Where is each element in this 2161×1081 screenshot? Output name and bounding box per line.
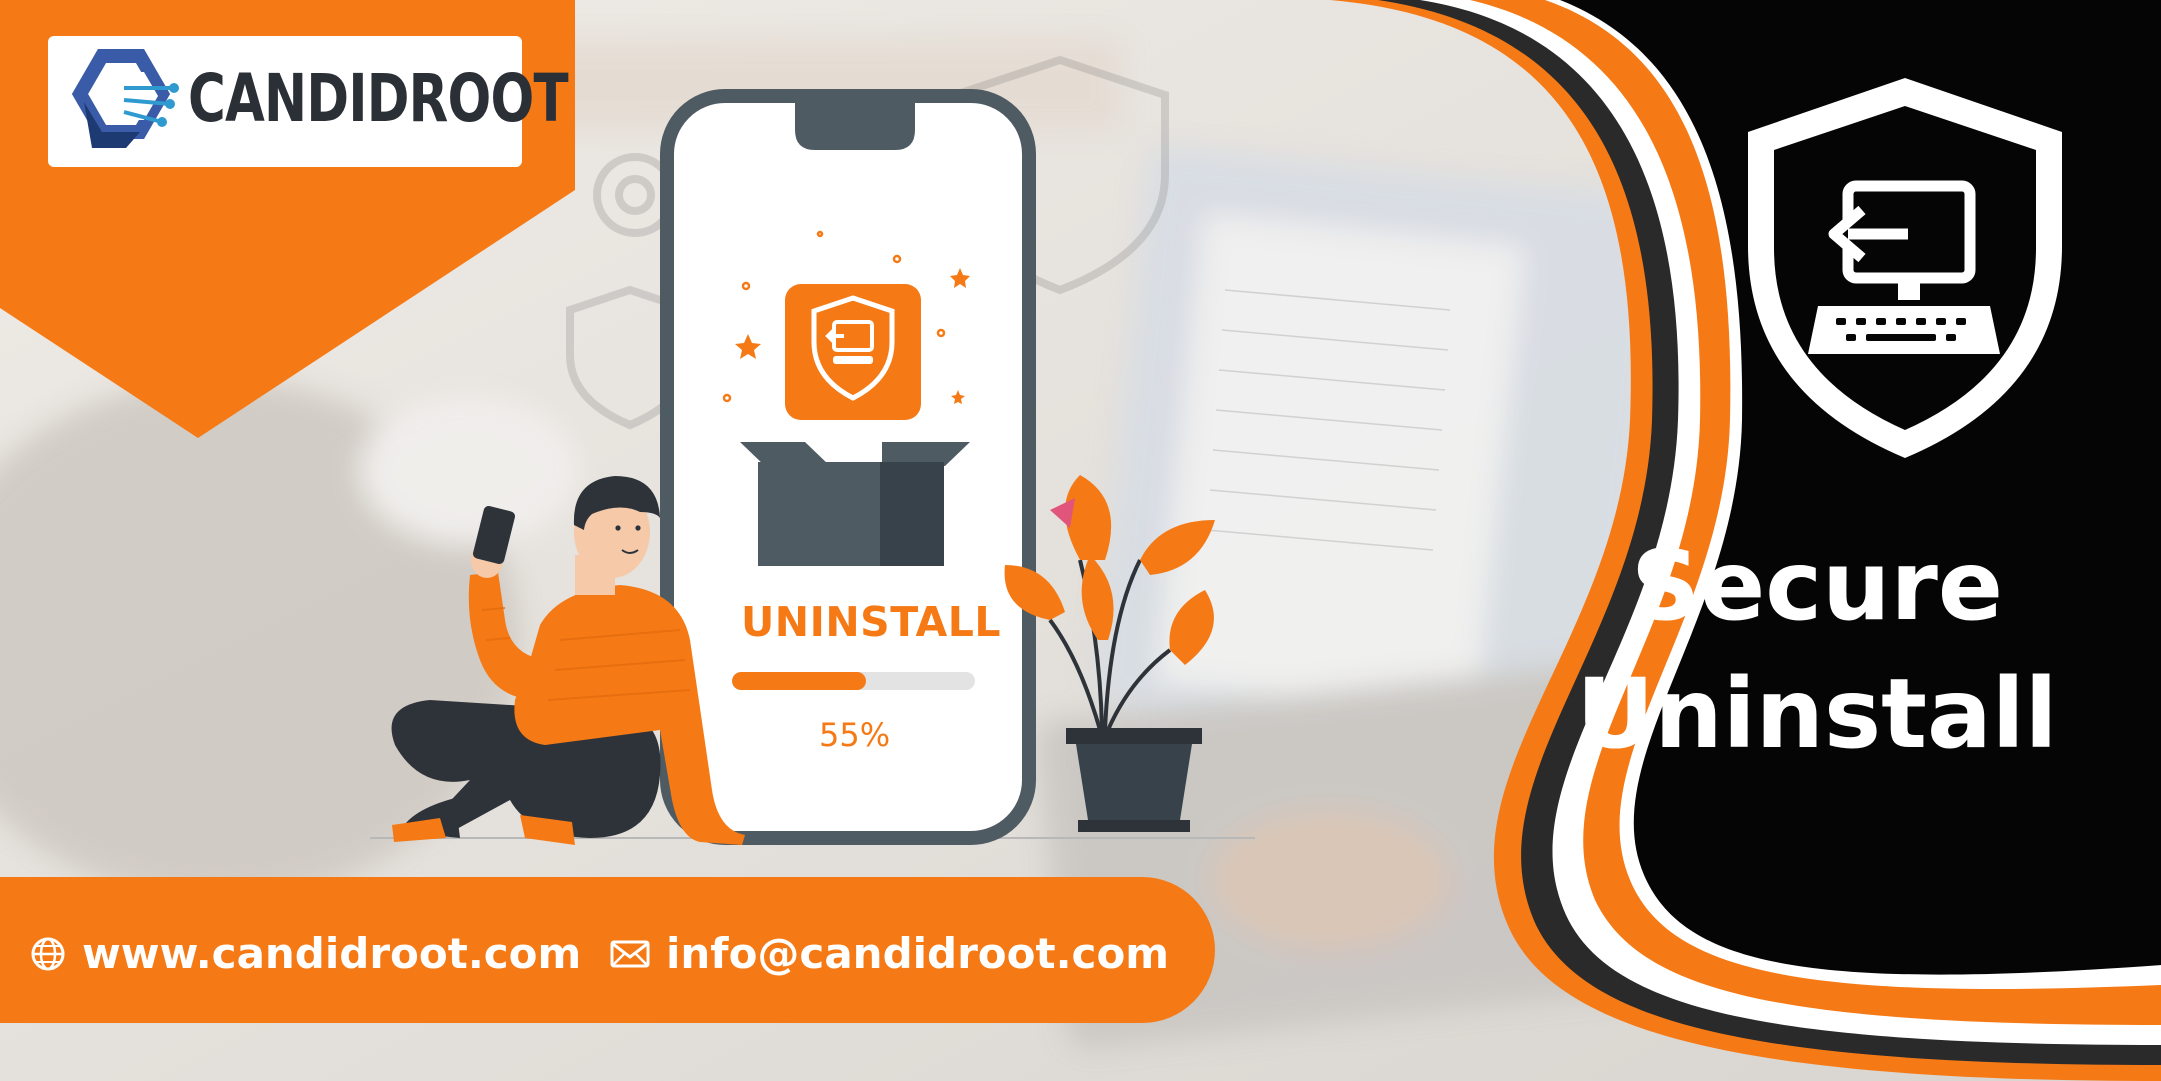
- website-link[interactable]: www.candidroot.com: [30, 929, 581, 978]
- promo-banner: CANDIDROOT UNINSTALL 55% Secure Uninstal…: [0, 0, 2161, 1081]
- headline-line-2: Uninstall: [1576, 658, 2058, 770]
- email-text: info@candidroot.com: [666, 929, 1170, 978]
- website-text: www.candidroot.com: [82, 929, 582, 978]
- mail-icon: [610, 939, 650, 969]
- headline-line-1: Secure: [1631, 530, 2003, 642]
- email-link[interactable]: info@candidroot.com: [610, 929, 1169, 978]
- globe-icon: [30, 936, 66, 972]
